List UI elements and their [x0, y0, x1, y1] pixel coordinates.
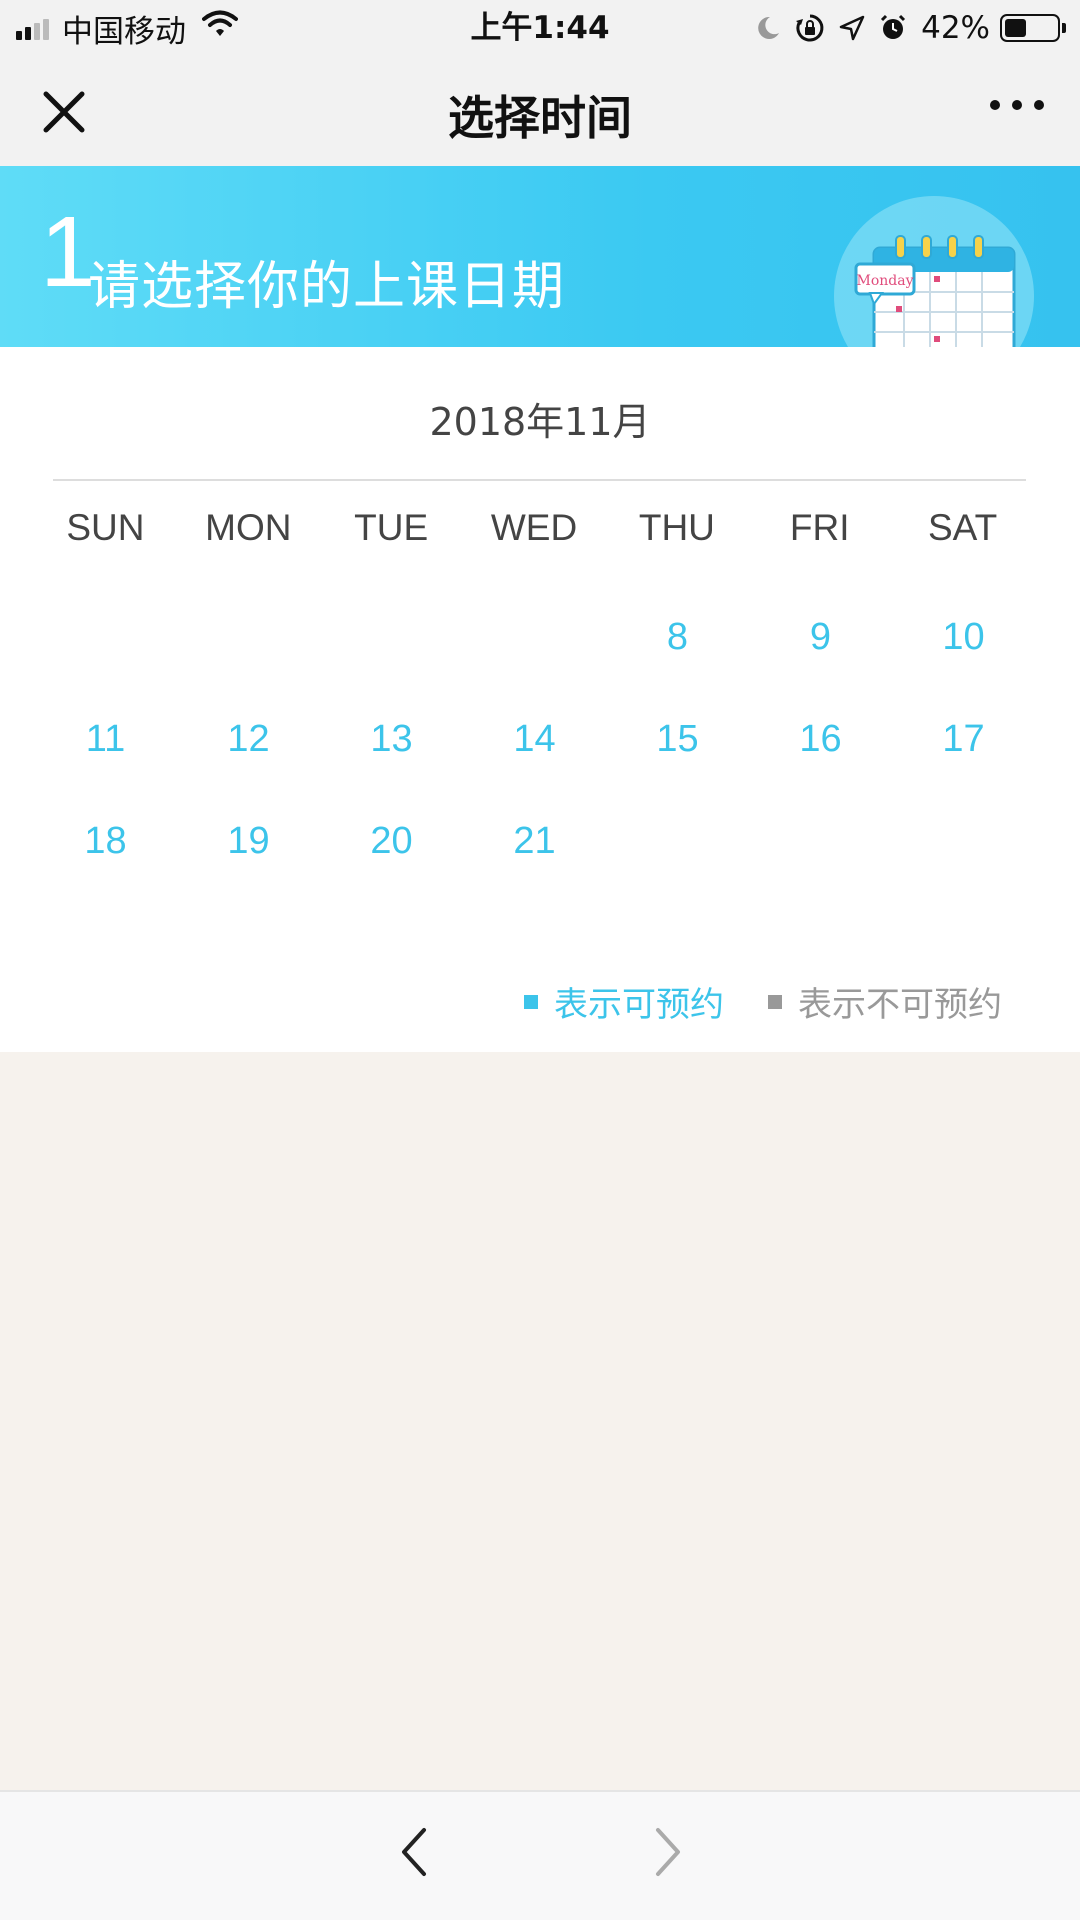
status-right: 42%: [741, 8, 1066, 48]
battery-percent: 42%: [921, 10, 990, 46]
day-cell-empty: [320, 612, 463, 714]
legend-available-label: 表示可预约: [554, 985, 724, 1025]
more-icon[interactable]: [978, 100, 1044, 110]
day-cell-empty: [177, 612, 320, 714]
step-instruction: 请选择你的上课日期: [88, 257, 566, 317]
day-cell[interactable]: 13: [320, 714, 463, 816]
step-banner: 1 请选择你的上课日期 Monday: [0, 166, 1080, 347]
day-cell[interactable]: 17: [892, 714, 1035, 816]
week-row: 8 9 10: [34, 612, 1035, 714]
calendar-illustration: Monday: [830, 196, 1050, 347]
week-row: 11 12 13 14 15 16 17: [34, 714, 1035, 816]
day-cell-empty: [463, 612, 606, 714]
alarm-icon: [879, 14, 907, 42]
weekday-label: THU: [638, 507, 715, 548]
day-cell[interactable]: 20: [320, 816, 463, 918]
week-row: 18 19 20 21: [34, 816, 1035, 918]
day-cell[interactable]: 15: [606, 714, 749, 816]
legend-unavailable-label: 表示不可预约: [798, 985, 1002, 1025]
day-cell[interactable]: 12: [177, 714, 320, 816]
day-cell[interactable]: 8: [606, 612, 749, 714]
day-cell-empty: [749, 816, 892, 918]
weekday-label: TUE: [354, 507, 429, 548]
chevron-right-icon[interactable]: [642, 1822, 692, 1882]
day-cell[interactable]: 21: [463, 816, 606, 918]
nav-bar: 选择时间: [0, 56, 1080, 166]
weekday-header: SUN MON TUE WED THU FRI SAT: [34, 507, 1034, 549]
legend-available: 表示可预约: [524, 977, 724, 1026]
weekday-label: WED: [490, 507, 578, 548]
chevron-left-icon[interactable]: [390, 1822, 440, 1882]
page-title: 选择时间: [448, 91, 632, 145]
moon-icon: [755, 15, 781, 41]
day-grid: 8 9 10 11 12 13 14 15 16 17 18 19 20 21: [34, 612, 1035, 918]
battery-icon: [1000, 14, 1066, 42]
day-cell-empty: [34, 612, 177, 714]
month-title: 2018年11月: [429, 400, 651, 444]
day-cell[interactable]: 19: [177, 816, 320, 918]
status-bar: 中国移动 上午1:44 42%: [0, 0, 1080, 56]
weekday-label: MON: [205, 507, 292, 548]
weekday-label: FRI: [789, 507, 850, 548]
day-cell[interactable]: 10: [892, 612, 1035, 714]
legend: 表示可预约 表示不可预约: [480, 977, 1002, 1026]
day-cell[interactable]: 11: [34, 714, 177, 816]
unavailable-square-icon: [768, 994, 782, 1009]
available-square-icon: [524, 994, 538, 1009]
location-icon: [839, 15, 865, 41]
day-cell[interactable]: 9: [749, 612, 892, 714]
legend-unavailable: 表示不可预约: [768, 977, 1002, 1026]
day-cell[interactable]: 18: [34, 816, 177, 918]
day-cell-empty: [606, 816, 749, 918]
bottom-toolbar: [0, 1790, 1080, 1920]
weekday-label: SAT: [927, 507, 998, 548]
calendar-card: 2018年11月 SUN MON TUE WED THU FRI SAT 8 9…: [0, 347, 1080, 1052]
day-cell[interactable]: 16: [749, 714, 892, 816]
divider: [53, 479, 1026, 481]
illustration-label: Monday: [857, 273, 914, 289]
rotation-lock-icon: [795, 13, 825, 43]
day-cell-empty: [892, 816, 1035, 918]
day-cell[interactable]: 14: [463, 714, 606, 816]
weekday-label: SUN: [66, 507, 145, 548]
